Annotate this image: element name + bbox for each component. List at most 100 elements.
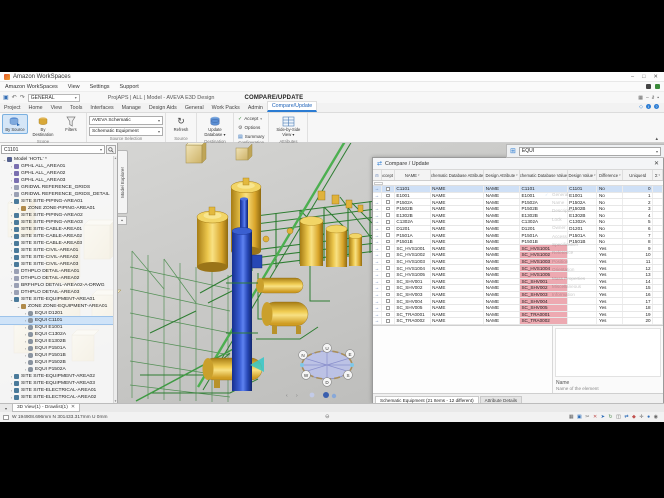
- compass-east-label[interactable]: E: [348, 352, 351, 357]
- ghost-menu-item[interactable]: Mass Properties: [545, 274, 641, 282]
- ghost-menu-item[interactable]: Miscellaneous: [545, 282, 641, 290]
- tree-node-site-site-piping-area03[interactable]: ›SITE SITE-PIPING-AREA03: [0, 219, 113, 226]
- statusbar-icon-7[interactable]: ⇄: [624, 414, 628, 420]
- table-row-sc_shv005[interactable]: →SC_SHV005NAMENAMESC_SHV005Yes18: [373, 305, 663, 312]
- col-design-attribute[interactable]: Design Attribute▾: [484, 170, 520, 180]
- update-database-button[interactable]: Update Database ▾: [199, 114, 231, 139]
- tab-general[interactable]: General: [181, 104, 208, 113]
- accept-direction-icon[interactable]: →: [373, 226, 382, 232]
- statusbar-icon-3[interactable]: ✕: [593, 414, 597, 420]
- tree-node-site-site-electrical-area01[interactable]: ›SITE SITE-ELECTRICAL-AREA01: [0, 387, 113, 394]
- table-row-sc_tra0002[interactable]: →SC_TRA0002NAMENAMESC_TRA0002Yes20: [373, 318, 663, 325]
- tab-home[interactable]: Home: [25, 104, 47, 113]
- statusbar-icon-6[interactable]: ◫: [616, 414, 621, 420]
- accept-checkbox[interactable]: [386, 313, 390, 317]
- ghost-menu-item[interactable]: ✓Position: [545, 257, 641, 265]
- accept-checkbox[interactable]: [386, 299, 390, 303]
- tree-node-gphl-all-area01[interactable]: ›GPHL ALL_AREA01: [0, 163, 113, 170]
- tree-node-site-site-piping-area01[interactable]: ⌄SITE SITE-PIPING-AREA01: [0, 198, 113, 205]
- tab-compare-update[interactable]: Compare/Update: [267, 101, 317, 113]
- accept-direction-icon[interactable]: →: [373, 252, 382, 258]
- tree-node-dthplo-detail-area02[interactable]: ›DTHPLO DETAIL-AREA02: [0, 275, 113, 282]
- compass-up-label[interactable]: U: [325, 346, 328, 351]
- tree-node-equi-d1201[interactable]: ›EQUI D1201: [0, 310, 113, 317]
- accept-checkbox[interactable]: [386, 246, 390, 250]
- minimize-ribbon-icon[interactable]: –: [646, 95, 649, 101]
- col-difference[interactable]: Difference▾: [597, 170, 623, 180]
- tree-node-equi-e1302b[interactable]: ›EQUI E1302B: [0, 338, 113, 345]
- tree-node-gphl-all-area03[interactable]: ›GPHL ALL_AREA03: [0, 177, 113, 184]
- tab-attribute-details[interactable]: Attribute Details: [480, 396, 522, 403]
- tree-node-equi-p1502b[interactable]: ›EQUI P1502B: [0, 359, 113, 366]
- tree-node-gridwl-reference-grids-detail[interactable]: ›GRIDWL REFERENCE_GRIDS_DETAIL: [0, 191, 113, 198]
- tab-admin[interactable]: Admin: [244, 104, 267, 113]
- layout-icon[interactable]: ▦: [638, 95, 643, 101]
- tree-node-site-site-cable-area01[interactable]: ›SITE SITE-CABLE-AREA01: [0, 226, 113, 233]
- tree-node-zone-zone-piping-area01[interactable]: ›ZONE ZONE-PIPING-AREA01: [0, 205, 113, 212]
- tree-node-dthplo-detail-area03[interactable]: ›DTHPLO DETAIL-AREA03: [0, 289, 113, 296]
- save-icon[interactable]: ▣: [3, 94, 9, 101]
- grid-icon[interactable]: ⊞: [510, 147, 516, 155]
- general-combo[interactable]: GENERAL ▾: [28, 94, 80, 102]
- tab-view[interactable]: View: [47, 104, 66, 113]
- statusbar-icon-9[interactable]: ✛: [639, 414, 643, 420]
- statusbar-icon-5[interactable]: ↻: [608, 414, 612, 420]
- ghost-menu-item[interactable]: Description: [545, 207, 641, 215]
- accept-direction-icon[interactable]: →: [373, 285, 382, 291]
- col-accept[interactable]: Accept▾: [382, 170, 395, 180]
- menu-amazon-workspaces[interactable]: Amazon WorkSpaces: [0, 84, 63, 90]
- panel-close-icon[interactable]: ✕: [654, 160, 659, 167]
- selection-mode-icon[interactable]: [3, 415, 9, 420]
- tree-node-site-site-electrical-area02[interactable]: ›SITE SITE-ELECTRICAL-AREA02: [0, 394, 113, 401]
- menu-support[interactable]: Support: [115, 84, 144, 90]
- ghost-menu-item[interactable]: Access: [545, 232, 641, 240]
- user-badge-icon[interactable]: i: [646, 104, 651, 109]
- accept-checkbox[interactable]: [386, 319, 390, 323]
- accept-checkbox[interactable]: [386, 240, 390, 244]
- accept-checkbox[interactable]: [386, 194, 390, 198]
- statusbar-icon-10[interactable]: ●: [647, 414, 650, 420]
- accept-checkbox[interactable]: [386, 273, 390, 277]
- accept-checkbox[interactable]: [386, 280, 390, 284]
- accept-checkbox[interactable]: [386, 306, 390, 310]
- accept-direction-icon[interactable]: →: [373, 199, 382, 205]
- ribbon-collapse-icon[interactable]: ▴: [655, 136, 658, 142]
- view-tab-close-icon[interactable]: ✕: [71, 405, 75, 410]
- menu-view[interactable]: View: [63, 84, 85, 90]
- close-button[interactable]: ✕: [653, 74, 658, 80]
- undo-icon[interactable]: ↶: [12, 94, 17, 101]
- tab-interfaces[interactable]: Interfaces: [86, 104, 117, 113]
- compass-west-label[interactable]: W: [304, 373, 309, 378]
- accept-direction-icon[interactable]: →: [373, 206, 382, 212]
- statusbar-icon-1[interactable]: ▣: [577, 414, 582, 420]
- statusbar-icon-8[interactable]: ◆: [632, 414, 636, 420]
- compass-north-label[interactable]: N: [301, 353, 304, 358]
- tree-node-site-site-piping-area02[interactable]: ›SITE SITE-PIPING-AREA02: [0, 212, 113, 219]
- tree-node-gphl-all-area02[interactable]: ›GPHL ALL_AREA02: [0, 170, 113, 177]
- help-badge-icon[interactable]: ?: [654, 104, 659, 109]
- accept-checkbox[interactable]: [386, 260, 390, 264]
- by-source-button[interactable]: By Source: [2, 114, 28, 134]
- ghost-menu-item[interactable]: Lock: [545, 215, 641, 223]
- accept-checkbox[interactable]: [386, 293, 390, 297]
- statusbar-icon-4[interactable]: ➤: [601, 414, 605, 420]
- accept-direction-icon[interactable]: →: [373, 265, 382, 271]
- ghost-menu-item[interactable]: Reference: [545, 249, 641, 257]
- ghost-menu-item[interactable]: Specification: [545, 240, 641, 248]
- tab-project[interactable]: Project: [0, 104, 25, 113]
- tree-node-equi-p1502a[interactable]: ›EQUI P1502A: [0, 366, 113, 373]
- tree-node-dthplo-detail-area01[interactable]: ›DTHPLO DETAIL-AREA01: [0, 268, 113, 275]
- accept-direction-icon[interactable]: →: [373, 312, 382, 318]
- connection-status-icon[interactable]: [655, 84, 660, 89]
- ghost-menu-item[interactable]: ✓General: [545, 190, 641, 198]
- table-row-sc_shv004[interactable]: →SC_SHV004NAMENAMESC_SHV004Yes17: [373, 298, 663, 305]
- tab-design-aids[interactable]: Design Aids: [145, 104, 181, 113]
- tab-schematic-equipment[interactable]: Schematic Equipment (21 Items - 12 diffe…: [375, 396, 479, 403]
- accept-direction-icon[interactable]: →: [373, 186, 382, 192]
- accept-checkbox[interactable]: [386, 200, 390, 204]
- tree-node-site-site-cable-area03[interactable]: ›SITE SITE-CABLE-AREA03: [0, 240, 113, 247]
- view-list-dropdown-icon[interactable]: ▾: [0, 404, 12, 412]
- statusbar-icon-2[interactable]: ✂: [585, 414, 589, 420]
- tree-scrollbar[interactable]: ▲▼: [113, 156, 117, 403]
- tree-node-equi-c1101[interactable]: ›EQUI C1101: [0, 317, 113, 324]
